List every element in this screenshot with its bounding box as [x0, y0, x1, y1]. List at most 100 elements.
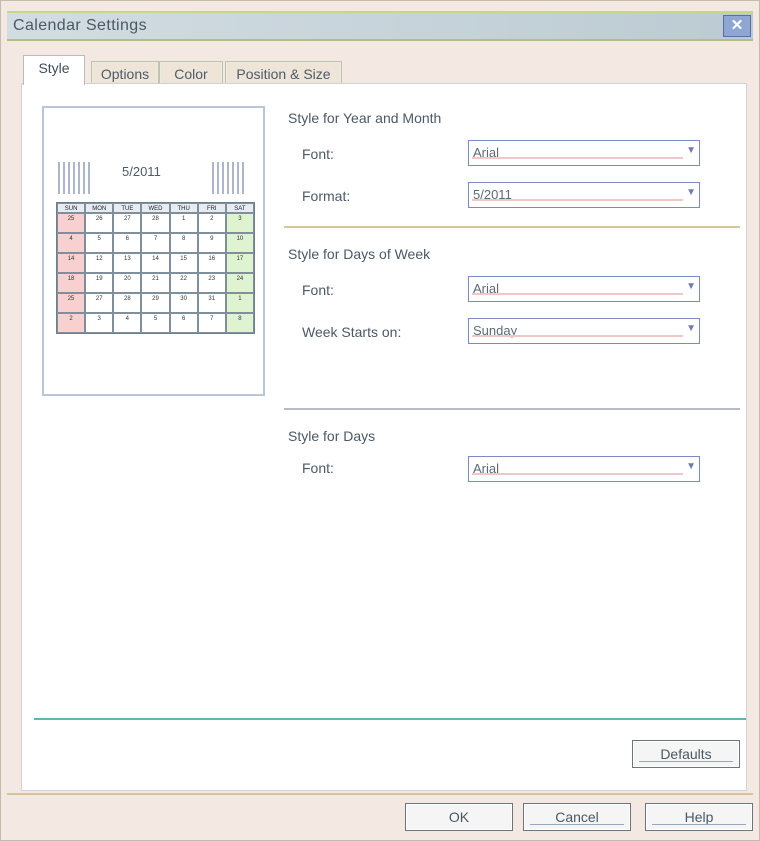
day-header-sun: SUN	[57, 203, 86, 213]
calendar-day-cell: 28	[141, 213, 170, 233]
preview-calendar-grid: SUN MON TUE WED THU FRI SAT 25 26 27 28 1 2 3 4 5 6 7 8 9 10…	[56, 202, 255, 334]
selection-underline	[472, 293, 683, 295]
calendar-day-cell: 12	[85, 253, 114, 273]
calendar-day-cell: 9	[197, 233, 226, 253]
week-starts-label: Week Starts on:	[302, 324, 402, 340]
day-header-thu: THU	[169, 203, 198, 213]
calendar-day-cell: 18	[57, 273, 86, 293]
selection-underline	[472, 157, 683, 159]
days-section-title: Style for Days	[288, 428, 376, 444]
dialog-window: Calendar Settings ✕ Style Options Color …	[0, 0, 760, 841]
cancel-button[interactable]: Cancel	[523, 803, 631, 831]
chevron-down-icon: ▼	[686, 323, 696, 334]
next-month-mini-calendar	[212, 162, 246, 194]
help-button-label: Help	[684, 809, 714, 825]
calendar-day-cell: 2	[57, 313, 86, 333]
day-header-wed: WED	[141, 203, 170, 213]
chevron-down-icon: ▼	[686, 461, 696, 472]
calendar-day-cell: 16	[197, 253, 226, 273]
calendar-day-cell: 4	[57, 233, 86, 253]
year-month-font-label: Font:	[302, 146, 334, 162]
button-focus-underline	[639, 761, 733, 762]
calendar-day-cell: 25	[57, 213, 86, 233]
calendar-day-cell: 7	[141, 233, 170, 253]
calendar-day-cell: 14	[57, 253, 86, 273]
tab-style[interactable]: Style	[23, 55, 85, 85]
calendar-day-cell: 1	[169, 213, 198, 233]
calendar-day-cell: 7	[197, 313, 226, 333]
preview-month-label: 5/2011	[122, 164, 161, 179]
calendar-day-cell: 28	[113, 293, 142, 313]
calendar-day-cell: 17	[225, 253, 254, 273]
close-icon: ✕	[730, 17, 744, 34]
calendar-day-cell: 3	[85, 313, 114, 333]
days-of-week-section-title: Style for Days of Week	[288, 246, 431, 262]
chevron-down-icon: ▼	[686, 145, 696, 156]
calendar-day-cell: 30	[169, 293, 198, 313]
calendar-preview: 5/2011 SUN MON TUE WED THU FRI SAT 25 26 27 28 1 2 3 4…	[42, 106, 265, 396]
tab-position-size-label: Position & Size	[236, 66, 331, 82]
days-font-select[interactable]: Arial ▼	[468, 456, 700, 482]
calendar-day-cell: 22	[169, 273, 198, 293]
help-button[interactable]: Help	[645, 803, 753, 831]
ok-button[interactable]: OK	[405, 803, 513, 831]
day-header-tue: TUE	[113, 203, 142, 213]
calendar-day-cell: 14	[141, 253, 170, 273]
calendar-day-cell: 29	[141, 293, 170, 313]
calendar-day-cell: 6	[169, 313, 198, 333]
section-divider	[284, 408, 740, 410]
calendar-day-cell: 6	[113, 233, 142, 253]
style-tab-panel: 5/2011 SUN MON TUE WED THU FRI SAT 25 26 27 28 1 2 3 4…	[21, 83, 747, 791]
calendar-day-cell: 10	[225, 233, 254, 253]
cancel-button-label: Cancel	[555, 809, 599, 825]
calendar-day-cell: 4	[113, 313, 142, 333]
calendar-day-cell: 21	[141, 273, 170, 293]
close-button[interactable]: ✕	[723, 15, 751, 37]
calendar-day-cell: 24	[225, 273, 254, 293]
defaults-button[interactable]: Defaults	[632, 740, 740, 768]
calendar-day-cell: 25	[57, 293, 86, 313]
calendar-day-cell: 8	[225, 313, 254, 333]
bottom-divider	[34, 718, 746, 720]
calendar-day-cell: 27	[113, 213, 142, 233]
calendar-day-cell: 5	[85, 233, 114, 253]
calendar-day-cell: 27	[85, 293, 114, 313]
selection-underline	[472, 335, 683, 337]
year-month-format-label: Format:	[302, 188, 351, 204]
calendar-day-cell: 15	[169, 253, 198, 273]
chevron-down-icon: ▼	[686, 187, 696, 198]
calendar-day-cell: 5	[141, 313, 170, 333]
button-focus-underline	[652, 824, 746, 825]
calendar-day-cell: 19	[85, 273, 114, 293]
selection-underline	[472, 473, 683, 475]
calendar-day-cell: 23	[197, 273, 226, 293]
calendar-day-cell: 20	[113, 273, 142, 293]
footer-divider	[7, 793, 753, 795]
calendar-day-cell: 3	[225, 213, 254, 233]
day-header-mon: MON	[85, 203, 114, 213]
calendar-day-cell: 8	[169, 233, 198, 253]
calendar-day-cell: 31	[197, 293, 226, 313]
calendar-day-cell: 26	[85, 213, 114, 233]
year-month-format-select[interactable]: 5/2011 ▼	[468, 182, 700, 208]
calendar-day-cell: 13	[113, 253, 142, 273]
day-header-sat: SAT	[225, 203, 254, 213]
calendar-day-cell: 2	[197, 213, 226, 233]
day-header-fri: FRI	[197, 203, 226, 213]
year-month-section-title: Style for Year and Month	[288, 110, 442, 126]
selection-underline	[472, 199, 683, 201]
year-month-font-select[interactable]: Arial ▼	[468, 140, 700, 166]
window-title: Calendar Settings	[13, 17, 147, 34]
days-of-week-font-select[interactable]: Arial ▼	[468, 276, 700, 302]
week-starts-select[interactable]: Sunday ▼	[468, 318, 700, 344]
defaults-button-label: Defaults	[660, 746, 712, 762]
days-of-week-font-label: Font:	[302, 282, 334, 298]
tab-color-label: Color	[174, 66, 208, 82]
title-bar[interactable]: Calendar Settings ✕	[7, 11, 753, 41]
calendar-day-cell: 1	[225, 293, 254, 313]
chevron-down-icon: ▼	[686, 281, 696, 292]
prev-month-mini-calendar	[58, 162, 92, 194]
tab-options-label: Options	[100, 66, 150, 82]
section-divider	[284, 226, 740, 228]
tab-style-label: Style	[38, 60, 70, 76]
